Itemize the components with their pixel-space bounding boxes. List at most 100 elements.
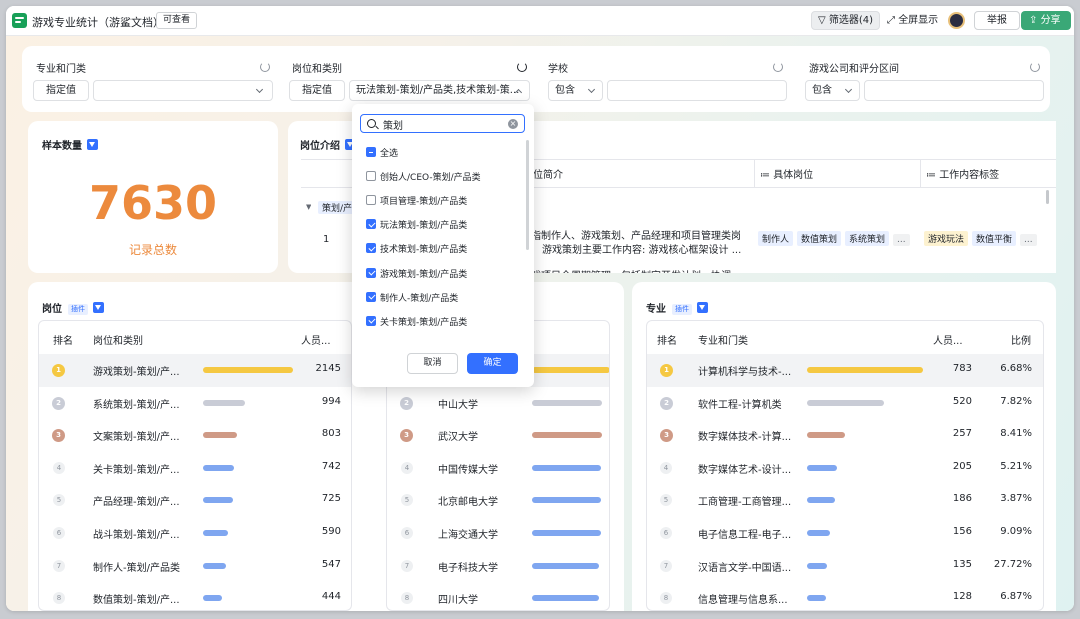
row-ratio: 3.87% [1000,493,1032,505]
table-source-icon[interactable] [697,302,708,313]
rank-header: 排名 [53,336,73,347]
filter-company-input[interactable] [864,80,1044,101]
table-row[interactable]: 5 北京邮电大学 [387,484,609,517]
value-bar [532,530,601,536]
refresh-icon[interactable] [1030,62,1040,72]
table-row[interactable]: 6 电子信息工程-电子... 156 9.09% [647,517,1043,550]
share-button[interactable]: ⇪ 分享 [1021,11,1071,30]
dropdown-search-input[interactable]: 策划 × [360,114,525,133]
filter-position-select[interactable]: 玩法策划-策划/产品类,技术策划-策... [349,80,530,101]
positions-column-label: 具体岗位 [773,170,814,181]
more-tag[interactable]: ... [1020,234,1037,246]
value-bar [532,367,609,373]
table-row[interactable]: 7 电子科技大学 [387,550,609,583]
filter-major-select[interactable] [93,80,273,101]
checkbox[interactable] [366,147,376,157]
row-name: 上海交通大学 [438,530,498,541]
row-ratio: 6.68% [1000,363,1032,374]
document-icon [12,13,27,28]
checkbox[interactable] [366,291,376,302]
table-row[interactable]: 2 软件工程-计算机类 520 7.82% [647,387,1043,420]
more-tag[interactable]: ... [893,234,910,246]
collapse-icon[interactable]: ▼ [306,203,311,211]
row-value: 783 [952,363,972,374]
table-row[interactable]: 5 产品经理-策划/产... 725 [39,484,351,517]
value-bar [532,464,601,471]
row-name: 数字媒体技术-计算... [698,432,792,444]
row-name: 电子科技大学 [438,562,498,574]
table-row[interactable]: 5 工商管理-工商管理... 186 3.87% [647,484,1043,517]
value-bar [203,497,234,504]
rank-number: 5 [660,494,672,507]
checkbox[interactable] [366,171,376,182]
medal-icon: 1 [52,364,65,377]
row-name: 产品经理-策划/产... [93,497,180,509]
checkbox[interactable] [366,243,376,254]
table-source-icon[interactable] [93,302,104,313]
value-bar [203,595,222,602]
table-row[interactable]: 4 关卡策划-策划/产... 742 [39,452,351,485]
refresh-icon[interactable] [773,62,783,72]
table-row[interactable]: 8 数值策划-策划/产... 444 [39,582,351,610]
table-row[interactable]: 3 数字媒体技术-计算... 257 8.41% [647,419,1043,452]
panel-title: 岗位 插件 [42,300,104,315]
checkbox[interactable] [366,195,376,206]
table-row[interactable]: 3 文案策划-策划/产... 803 [39,419,351,452]
clear-icon[interactable]: × [508,119,518,129]
row-name: 中国传媒大学 [438,464,498,476]
report-button[interactable]: 举报 [974,11,1020,30]
count-header: 人员... [301,336,331,347]
table-row[interactable]: 7 汉语言文学-中国语... 135 27.72% [647,550,1043,583]
row-name: 计算机科学与技术-... [698,367,792,378]
position-tags: 制作人 数值策划 系统策划... [758,231,914,246]
medal-icon: 2 [400,396,413,410]
table-row[interactable]: 2 系统策划-策划/产... 994 [39,387,351,420]
confirm-button[interactable]: 确定 [467,353,518,374]
checkbox[interactable] [366,219,376,230]
intro-title: 岗位介绍 [300,141,340,152]
sample-count-panel: 样本数量 7630 记录总数 [28,121,278,273]
table-row[interactable]: 8 四川大学 [387,582,609,610]
cancel-button[interactable]: 取消 [407,353,458,374]
table-row[interactable]: 7 制作人-策划/产品类 547 [39,550,351,583]
tags-column-label: 工作内容标签 [939,170,1000,181]
row-name: 四川大学 [438,595,478,607]
filter-school-mode[interactable]: 包含 [548,80,603,101]
user-avatar[interactable] [948,12,965,29]
table-row[interactable]: 8 信息管理与信息系... 128 6.87% [647,582,1043,610]
position-dropdown: 策划 × 全选 创始人/CEO-策划/产品类 项目管理-策划/产品类 玩法策划-策划/… [352,104,534,387]
view-permission-badge[interactable]: 可查看 [156,12,198,29]
row-ratio: 9.09% [1000,526,1032,537]
filter-position-mode[interactable]: 指定值 [289,80,345,101]
table-row[interactable]: 4 中国传媒大学 [387,452,609,485]
checkbox[interactable] [366,315,376,326]
value-bar [532,595,600,602]
table-row[interactable]: 1 计算机科学与技术-... 783 6.68% [647,354,1043,387]
row-name: 数字媒体艺术-设计... [698,464,792,476]
filter-company-mode[interactable]: 包含 [805,80,860,101]
option-label: 项目管理-策划/产品类 [380,197,468,208]
table-source-icon[interactable] [87,139,98,150]
table-row[interactable]: 4 数字媒体艺术-设计... 205 5.21% [647,452,1043,485]
rank-number: 4 [53,461,65,474]
row-name: 北京邮电大学 [438,497,498,509]
checkbox[interactable] [366,267,376,278]
table-row[interactable]: 1 游戏策划-策划/产... 2145 [39,354,351,387]
rank-number: 4 [401,461,413,474]
table-row[interactable]: 6 上海交通大学 [387,517,609,550]
table-row[interactable]: 3 武汉大学 [387,419,609,452]
search-value: 策划 [383,121,403,132]
fullscreen-icon: ⤢ [887,15,899,26]
refresh-icon[interactable] [260,62,270,72]
table-row[interactable]: 6 战斗策划-策划/产... 590 [39,517,351,550]
table-row[interactable]: 2 中山大学 [387,387,609,420]
fullscreen-button[interactable]: ⤢ 全屏显示 [881,11,944,30]
rank-number: 7 [660,559,672,572]
table-scrollbar[interactable] [1046,190,1049,204]
filter-school-input[interactable] [607,80,787,101]
refresh-icon[interactable] [517,62,527,72]
dropdown-scrollbar[interactable] [526,140,529,250]
filter-button[interactable]: ▽ 筛选器(4) [811,11,881,30]
filter-major-mode[interactable]: 指定值 [33,80,89,101]
group-label[interactable]: 策划/产 [318,201,357,214]
